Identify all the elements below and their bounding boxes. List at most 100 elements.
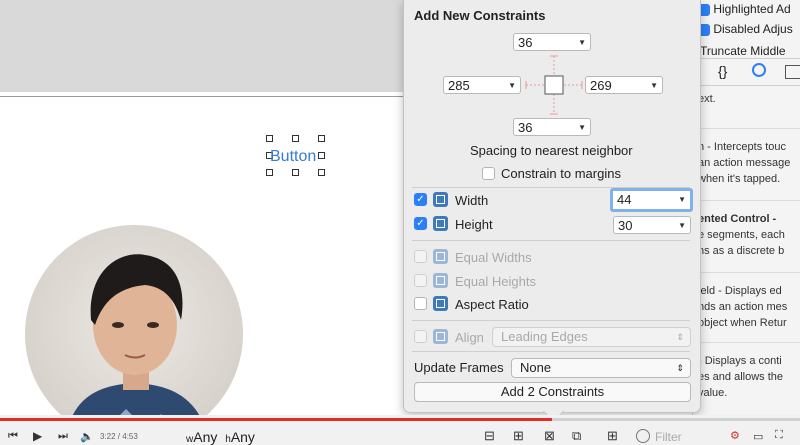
media-library-icon[interactable] [785, 65, 800, 79]
equal-heights-label: Equal Heights [455, 274, 536, 289]
width-constraint-icon [433, 192, 448, 207]
play-icon[interactable]: ▶ [33, 429, 42, 443]
resize-handle[interactable] [318, 135, 325, 142]
top-spacing-value: 36 [518, 35, 533, 50]
pin-menu-icon[interactable]: ⊠ [544, 428, 555, 444]
grid-view-icon[interactable]: ⊞ [607, 428, 618, 444]
width-value-field[interactable]: 44 ▼ [610, 188, 693, 212]
dropdown-arrow-icon[interactable]: ▼ [678, 191, 686, 209]
divider [692, 342, 800, 343]
right-spacing-field[interactable]: 269 ▼ [585, 76, 663, 94]
equal-widths-label: Equal Widths [455, 250, 532, 265]
filter-field[interactable]: Filter [655, 430, 682, 444]
divider [692, 200, 800, 201]
align-icon [433, 329, 448, 344]
equal-heights-checkbox[interactable] [414, 274, 427, 287]
library-tabbar: {} [692, 58, 800, 86]
align-label: Align [455, 330, 484, 345]
resize-handle[interactable] [292, 169, 299, 176]
disabled-adjusts-row[interactable]: Disabled Adjus [698, 22, 793, 36]
library-description: ield - Displays ed [698, 285, 782, 297]
spacing-caption: Spacing to nearest neighbor [470, 143, 633, 158]
height-label: Height [455, 217, 493, 232]
constrain-margins-checkbox[interactable] [482, 167, 495, 180]
volume-icon[interactable]: 🔈 [80, 430, 94, 443]
dropdown-arrow-icon[interactable]: ▼ [508, 77, 516, 95]
library-description: - Displays a conti [698, 355, 782, 367]
dropdown-arrow-icon[interactable]: ▼ [678, 217, 686, 235]
dropdown-arrow-icon[interactable]: ▼ [650, 77, 658, 95]
stack-icon[interactable]: ⊟ [484, 428, 495, 444]
updown-arrow-icon: ⇕ [676, 363, 684, 373]
align-popup[interactable]: Leading Edges ⇕ [492, 327, 691, 347]
library-description: nds an action mes [698, 301, 788, 313]
align-value: Leading Edges [501, 329, 588, 344]
miniplayer-icon[interactable]: ▭ [753, 430, 763, 443]
aspect-ratio-icon [433, 296, 448, 311]
library-description: e segments, each [698, 229, 785, 241]
width-checkbox[interactable]: ✓ [414, 193, 427, 206]
height-checkbox[interactable]: ✓ [414, 217, 427, 230]
align-menu-icon[interactable]: ⊞ [513, 428, 524, 444]
height-value-field[interactable]: 30 ▼ [613, 216, 691, 234]
aspect-ratio-checkbox[interactable] [414, 297, 427, 310]
highlighted-adjusts-label: Highlighted Ad [713, 2, 791, 16]
library-description: ented Control - [698, 213, 777, 225]
equal-heights-icon [433, 273, 448, 288]
update-frames-label: Update Frames [414, 360, 504, 375]
library-description: es and allows the [698, 371, 783, 383]
divider [692, 272, 800, 273]
height-class-value: Any [230, 429, 255, 445]
previous-icon[interactable]: ⏮ [8, 430, 18, 443]
resize-handle[interactable] [266, 135, 273, 142]
spacing-struts-diagram[interactable] [522, 52, 586, 118]
updown-arrow-icon: ⇕ [676, 332, 684, 342]
size-class-selector[interactable]: wAny hAny [186, 429, 255, 445]
resize-handle[interactable] [266, 169, 273, 176]
resolve-issues-icon[interactable]: ⧉ [572, 428, 581, 444]
library-description: object when Retur [698, 317, 787, 329]
library-description: value. [698, 387, 728, 399]
highlighted-adjusts-row[interactable]: Highlighted Ad [698, 2, 791, 16]
bottom-spacing-field[interactable]: 36 ▼ [513, 118, 591, 136]
resize-handle[interactable] [318, 152, 325, 159]
add-constraints-button[interactable]: Add 2 Constraints [414, 382, 691, 402]
library-description: ns as a discrete b [698, 245, 785, 257]
update-frames-value: None [520, 360, 552, 375]
height-value: 30 [618, 218, 633, 233]
library-description: when it's tapped. [698, 173, 781, 185]
canvas-button[interactable]: Button [270, 148, 316, 166]
next-icon[interactable]: ⏭ [58, 430, 68, 443]
divider [412, 240, 690, 241]
presenter-illustration [65, 254, 210, 443]
code-snippet-library-icon[interactable]: {} [718, 63, 727, 79]
constrain-margins-label: Constrain to margins [501, 166, 621, 181]
video-time: 3:22 / 4:53 [100, 432, 138, 441]
line-break-popup[interactable]: Truncate Middle [700, 44, 786, 58]
equal-widths-icon [433, 249, 448, 264]
filter-icon [636, 429, 650, 443]
width-label: Width [455, 193, 489, 208]
right-spacing-value: 269 [590, 78, 612, 93]
settings-gear-icon[interactable]: ⚙ [730, 429, 740, 442]
align-checkbox[interactable] [414, 330, 427, 343]
equal-widths-checkbox[interactable] [414, 250, 427, 263]
dropdown-arrow-icon[interactable]: ▼ [578, 34, 586, 52]
library-description: an action message [698, 157, 791, 169]
divider [412, 320, 690, 321]
left-spacing-value: 285 [448, 78, 470, 93]
object-library-icon[interactable] [752, 63, 766, 77]
presenter-webcam [25, 225, 243, 443]
left-spacing-field[interactable]: 285 ▼ [443, 76, 521, 94]
width-class-value: Any [193, 429, 218, 445]
divider [692, 128, 800, 129]
top-spacing-field[interactable]: 36 ▼ [513, 33, 591, 51]
dropdown-arrow-icon[interactable]: ▼ [578, 119, 586, 137]
divider [412, 351, 690, 352]
video-progress-fill [0, 418, 552, 421]
resize-handle[interactable] [318, 169, 325, 176]
library-description: n - Intercepts touc [698, 141, 787, 153]
fullscreen-icon[interactable]: ⛶ [775, 429, 783, 442]
update-frames-popup[interactable]: None ⇕ [511, 358, 691, 378]
resize-handle[interactable] [292, 135, 299, 142]
